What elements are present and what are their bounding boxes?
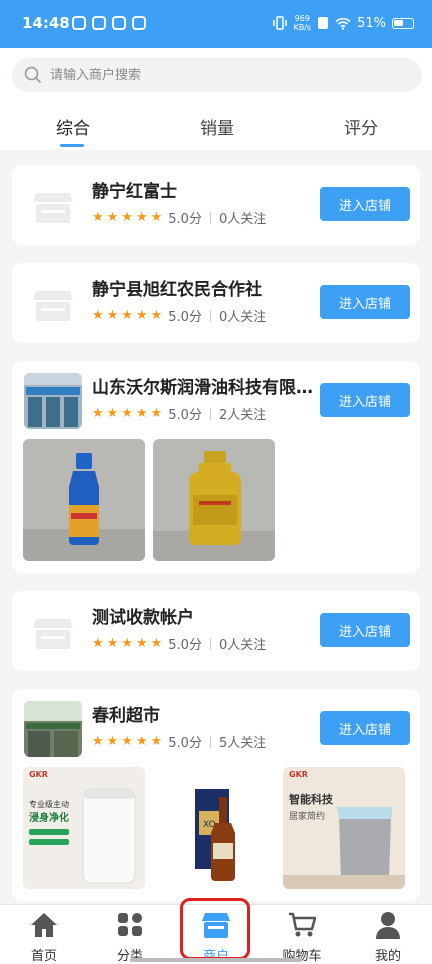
svg-text:专业级主动: 专业级主动 (29, 799, 69, 809)
follower-count: 2人关注 (218, 408, 267, 423)
header: 综合 销量 评分 (0, 48, 432, 150)
product-thumbnail[interactable] (23, 439, 145, 561)
merchant-card[interactable]: 测试收款帐户 ★★★★★ 5.0分 0人关注 进入店铺 (12, 591, 420, 671)
follower-count: 5人关注 (218, 736, 267, 751)
star-rating: ★★★★★ (92, 210, 166, 225)
svg-text:GKR: GKR (289, 770, 308, 779)
store-placeholder-icon (24, 281, 82, 329)
star-rating: ★★★★★ (92, 636, 166, 651)
notification-icon (112, 16, 126, 30)
active-tab-indicator (60, 144, 84, 147)
wifi-icon (335, 17, 351, 30)
enter-store-button[interactable]: 进入店铺 (320, 613, 410, 647)
notification-icons (72, 16, 146, 30)
rating-score: 5.0分 (168, 310, 202, 325)
product-thumbnail[interactable] (153, 439, 275, 561)
user-icon (376, 912, 400, 939)
rating-row: ★★★★★ 5.0分 0人关注 (92, 306, 266, 325)
net-speed: 969 KB/s (293, 14, 312, 32)
merchant-card[interactable]: 静宁县旭红农民合作社 ★★★★★ 5.0分 0人关注 进入店铺 (12, 263, 420, 343)
status-bar: 14:48 969 KB/s 51% (0, 0, 432, 48)
status-time: 14:48 (22, 14, 70, 32)
divider (209, 637, 211, 650)
merchant-card[interactable]: 山东沃尔斯润滑油科技有限公司 ★★★★★ 5.0分 2人关注 进入店铺 (12, 361, 420, 573)
nav-home[interactable]: 首页 (4, 911, 84, 964)
store-logo (24, 373, 82, 429)
star-rating: ★★★★★ (92, 308, 166, 323)
tab-comprehensive[interactable]: 综合 (56, 114, 90, 139)
enter-store-button[interactable]: 进入店铺 (320, 285, 410, 319)
follower-count: 0人关注 (218, 212, 267, 227)
search-icon (24, 66, 42, 84)
rating-row: ★★★★★ 5.0分 5人关注 (92, 732, 266, 751)
divider (209, 211, 211, 224)
store-placeholder-icon (24, 183, 82, 231)
rating-score: 5.0分 (168, 212, 202, 227)
notification-icon (132, 16, 146, 30)
nav-label: 我的 (374, 949, 401, 964)
cart-icon (289, 912, 316, 937)
star-rating: ★★★★★ (92, 734, 166, 749)
svg-text:GKR: GKR (29, 770, 48, 779)
selection-highlight (180, 898, 250, 960)
merchant-card[interactable]: 春利超市 ★★★★★ 5.0分 5人关注 进入店铺 GKR 专业级主动浸身净化 X… (12, 689, 420, 901)
shop-name: 静宁红富士 (92, 182, 177, 202)
sort-tabs: 综合 销量 评分 (0, 104, 432, 148)
shop-name: 山东沃尔斯润滑油科技有限公司 (92, 378, 317, 398)
svg-text:居家简约: 居家简约 (289, 810, 325, 822)
rating-row: ★★★★★ 5.0分 0人关注 (92, 634, 266, 653)
product-thumbnail[interactable]: XO (153, 767, 275, 889)
product-thumbnail[interactable]: GKR 专业级主动浸身净化 (23, 767, 145, 889)
shop-name: 测试收款帐户 (92, 608, 194, 628)
divider (209, 735, 211, 748)
battery-percent: 51% (357, 15, 386, 31)
merchant-card[interactable]: 静宁红富士 ★★★★★ 5.0分 0人关注 进入店铺 (12, 165, 420, 245)
search-bar[interactable] (12, 58, 422, 92)
product-thumbnail[interactable]: GKR 智能科技居家简约 (283, 767, 405, 889)
sim-icon (318, 17, 329, 29)
search-input[interactable] (50, 67, 390, 83)
enter-store-button[interactable]: 进入店铺 (320, 383, 410, 417)
rating-row: ★★★★★ 5.0分 0人关注 (92, 208, 266, 227)
nav-cart[interactable]: 购物车 (262, 911, 342, 964)
status-right: 969 KB/s 51% (273, 14, 414, 32)
notification-icon (72, 16, 86, 30)
star-rating: ★★★★★ (92, 406, 166, 421)
notification-icon (92, 16, 106, 30)
enter-store-button[interactable]: 进入店铺 (320, 187, 410, 221)
rating-score: 5.0分 (168, 736, 202, 751)
rating-score: 5.0分 (168, 408, 202, 423)
shop-name: 春利超市 (92, 706, 160, 726)
follower-count: 0人关注 (218, 638, 267, 653)
rating-score: 5.0分 (168, 638, 202, 653)
divider (209, 407, 211, 420)
nav-category[interactable]: 分类 (90, 911, 170, 964)
tab-sales[interactable]: 销量 (200, 114, 234, 139)
nav-profile[interactable]: 我的 (348, 911, 428, 964)
shop-name: 静宁县旭红农民合作社 (92, 280, 262, 300)
divider (209, 309, 211, 322)
nav-label: 首页 (30, 949, 57, 964)
svg-text:浸身净化: 浸身净化 (29, 811, 69, 824)
store-logo (24, 701, 82, 757)
svg-text:智能科技: 智能科技 (289, 792, 334, 806)
category-icon (118, 913, 142, 936)
home-icon (31, 913, 57, 937)
vibrate-icon (273, 16, 288, 30)
battery-icon (392, 17, 414, 29)
home-indicator[interactable] (130, 958, 302, 962)
tab-rating[interactable]: 评分 (344, 114, 378, 139)
follower-count: 0人关注 (218, 310, 267, 325)
rating-row: ★★★★★ 5.0分 2人关注 (92, 404, 266, 423)
enter-store-button[interactable]: 进入店铺 (320, 711, 410, 745)
store-placeholder-icon (24, 609, 82, 657)
